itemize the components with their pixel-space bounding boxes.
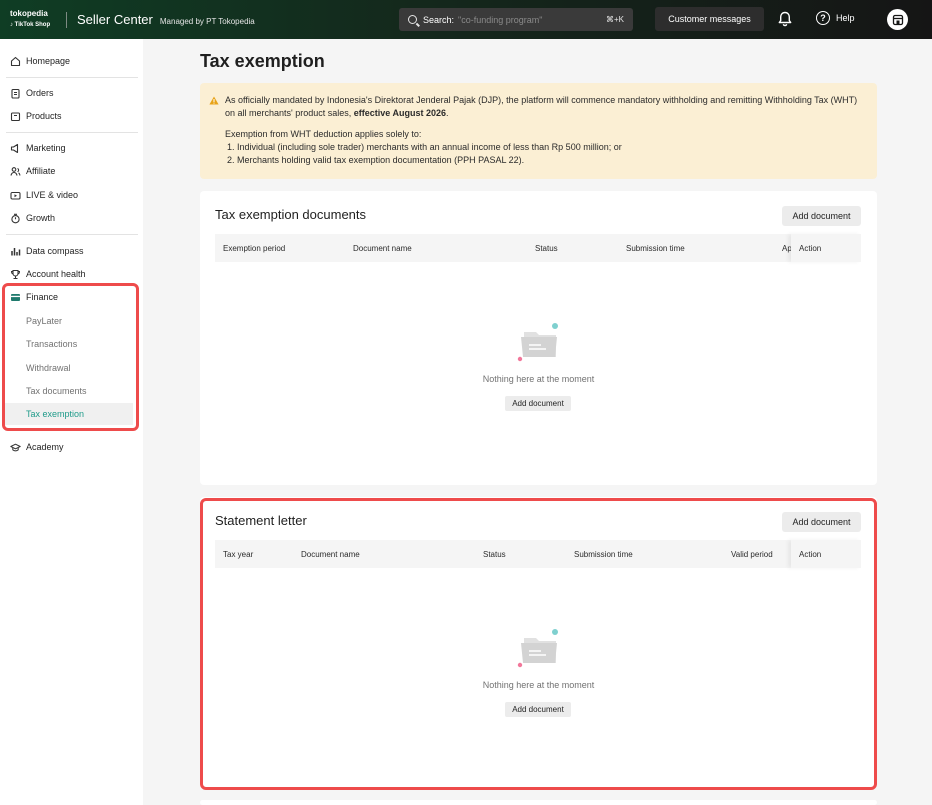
column-header-action: Action — [791, 234, 861, 262]
column-header-exemption-period[interactable]: Exemption period — [223, 234, 285, 262]
search-placeholder: "co-funding program" — [458, 14, 543, 25]
graduation-cap-icon — [10, 442, 21, 453]
sidebar-item-label: Products — [26, 111, 62, 121]
sidebar-item-label: LIVE & video — [26, 190, 79, 200]
box-icon — [10, 111, 21, 122]
sidebar-divider — [6, 234, 138, 235]
bar-chart-icon — [10, 246, 21, 257]
home-icon — [10, 56, 21, 67]
notice-exemption-intro: Exemption from WHT deduction applies sol… — [225, 129, 422, 139]
sidebar-item-account-health[interactable]: Account health — [0, 263, 143, 285]
search-shortcut: ⌘+K — [605, 15, 624, 24]
trophy-icon — [10, 269, 21, 280]
help-button[interactable]: ? Help — [816, 11, 855, 25]
sidebar-item-live-video[interactable]: LIVE & video — [0, 184, 143, 206]
customer-messages-button[interactable]: Customer messages — [655, 7, 764, 31]
search-label: Search: — [423, 14, 455, 25]
app-subtitle: Managed by PT Tokopedia — [159, 16, 255, 26]
card-title: Tax exemption documents — [215, 207, 367, 222]
sidebar-item-label: Growth — [26, 213, 56, 223]
sidebar-divider — [6, 132, 138, 133]
notice-paragraph: As officially mandated by Indonesia's Di… — [225, 94, 865, 120]
people-icon — [10, 166, 21, 177]
notice-exemption-item-2: 2. Merchants holding valid tax exemption… — [227, 155, 525, 165]
clipboard-icon — [10, 88, 21, 99]
sidebar-item-label: Data compass — [26, 246, 84, 256]
brand-divider — [66, 11, 67, 28]
sidebar-item-label: Homepage — [26, 56, 71, 66]
sidebar-item-label: Affiliate — [26, 166, 56, 176]
column-header-status[interactable]: Status — [535, 234, 558, 262]
search-input[interactable]: Search: "co-funding program" ⌘+K — [399, 8, 633, 31]
notice-text-end: . — [446, 108, 449, 118]
help-label: Help — [836, 13, 855, 23]
empty-state-text: Nothing here at the moment — [482, 374, 595, 384]
store-icon — [892, 14, 903, 25]
table-header: Exemption period Document name Status Su… — [215, 234, 861, 262]
tax-exemption-documents-card: Tax exemption documents Add document Exe… — [200, 191, 877, 485]
brand-tokopedia: tokopedia — [10, 9, 48, 18]
sidebar-item-label: Marketing — [26, 143, 66, 153]
shop-avatar[interactable] — [887, 9, 908, 30]
sidebar-item-label: Orders — [26, 88, 54, 98]
sidebar-divider — [6, 77, 138, 78]
brand-logo[interactable]: tokopedia ♪ TikTok Shop — [0, 0, 64, 39]
brand-tiktok-shop-label: TikTok Shop — [14, 22, 51, 28]
sidebar-item-marketing[interactable]: Marketing — [0, 137, 143, 159]
next-card-edge — [200, 800, 877, 805]
notice-effective-date: effective August 2026 — [353, 108, 446, 118]
wht-notice-banner: As officially mandated by Indonesia's Di… — [200, 83, 877, 179]
sidebar-item-growth[interactable]: Growth — [0, 207, 143, 229]
empty-folder-icon — [517, 323, 558, 362]
column-header-document-name[interactable]: Document name — [353, 234, 412, 262]
add-document-button[interactable]: Add document — [782, 206, 861, 226]
sidebar-item-label: Academy — [26, 442, 64, 452]
statement-letter-highlight-box — [200, 498, 877, 790]
warning-icon — [209, 96, 219, 105]
sidebar-item-data-compass[interactable]: Data compass — [0, 240, 143, 262]
app-title: Seller Center — [77, 12, 153, 27]
notice-text: As officially mandated by Indonesia's Di… — [225, 95, 858, 118]
notice-exemption-item-1: 1. Individual (including sole trader) me… — [227, 142, 622, 152]
finance-highlight-box — [2, 283, 139, 431]
stopwatch-icon — [10, 213, 21, 224]
brand-tiktok-shop: ♪ TikTok Shop — [10, 22, 51, 28]
help-icon: ? — [816, 11, 830, 25]
megaphone-icon — [10, 143, 21, 154]
search-icon — [408, 15, 417, 24]
sidebar-item-label: Account health — [26, 269, 86, 279]
page-title: Tax exemption — [200, 51, 325, 71]
bell-icon[interactable] — [776, 10, 794, 28]
sidebar-item-affiliate[interactable]: Affiliate — [0, 160, 143, 182]
sidebar-item-orders[interactable]: Orders — [0, 82, 143, 104]
sidebar-item-academy[interactable]: Academy — [0, 436, 143, 458]
sidebar-item-products[interactable]: Products — [0, 105, 143, 127]
video-icon — [10, 190, 21, 201]
sidebar-item-homepage[interactable]: Homepage — [0, 50, 143, 72]
column-header-submission-time[interactable]: Submission time — [626, 234, 685, 262]
empty-add-document-button[interactable]: Add document — [505, 396, 571, 411]
